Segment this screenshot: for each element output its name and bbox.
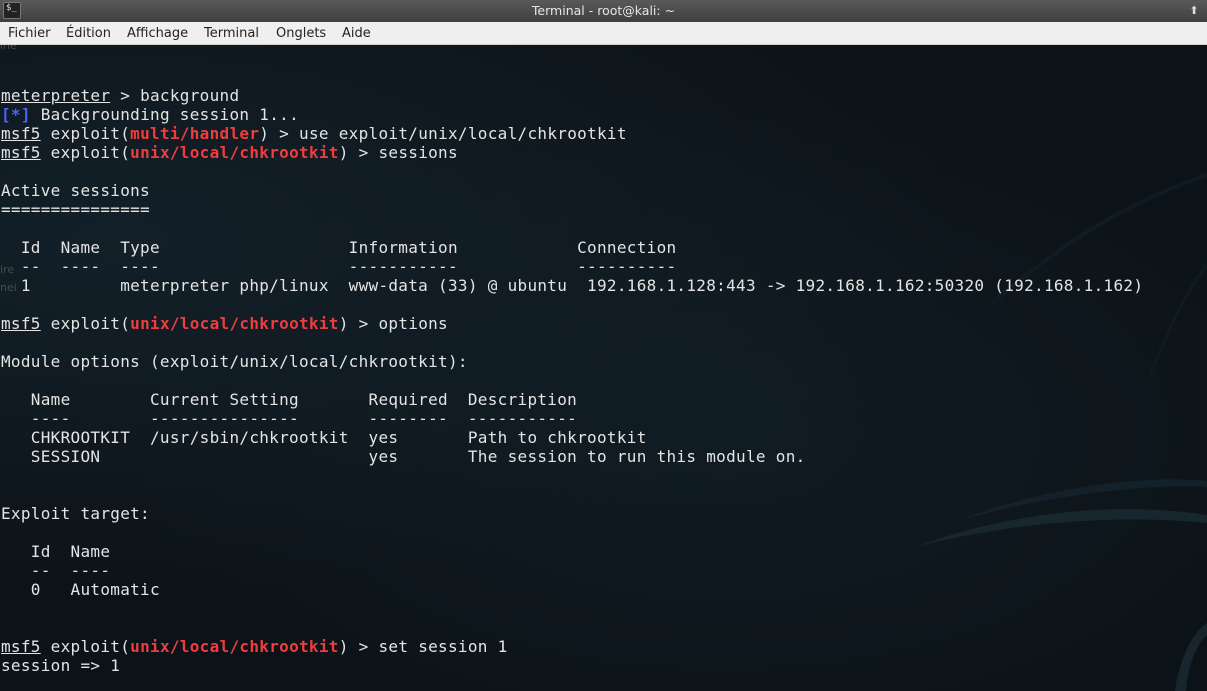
menu-aide[interactable]: Aide [342,26,371,41]
output-text: =============== [1,200,150,219]
terminal-line: msf5 exploit(multi/handler) > use exploi… [1,124,1143,143]
output-text: Backgrounding session 1... [30,105,299,124]
menu-bar: Fichier Édition Affichage Terminal Ongle… [0,22,1207,45]
menu-affichage[interactable]: Affichage [127,26,188,41]
terminal-line: Exploit target: [1,504,1143,523]
terminal-line: 1 meterpreter php/linux www-data (33) @ … [1,276,1143,295]
terminal-line: msf5 exploit(unix/local/chkrootkit) > se… [1,143,1143,162]
command-text: ) > use exploit/unix/local/chkrootkit [259,124,627,143]
menu-terminal[interactable]: Terminal [204,26,259,41]
terminal-line: SESSION yes The session to run this modu… [1,447,1143,466]
terminal-line: CHKROOTKIT /usr/sbin/chkrootkit yes Path… [1,428,1143,447]
terminal-line: Active sessions [1,181,1143,200]
prompt-text: exploit( [40,143,131,162]
terminal-window: $_ Terminal - root@kali: ~ ⬆ Fichier Édi… [0,0,1207,691]
output-text: ---- --------------- -------- ----------… [1,409,578,428]
prompt-text: exploit( [40,637,131,656]
command-text: ) > set session 1 [338,637,508,656]
terminal-line: ---- --------------- -------- ----------… [1,409,1143,428]
title-bar[interactable]: $_ Terminal - root@kali: ~ ⬆ [0,0,1207,22]
output-text: Module options (exploit/unix/local/chkro… [1,352,468,371]
output-text: 0 Automatic [1,580,160,599]
meterpreter-prompt: meterpreter [1,86,111,105]
output-text: Exploit target: [1,504,150,523]
output-text: -- ---- ---- ----------- ---------- [1,257,677,276]
output-text: Active sessions [1,181,150,200]
output-text: Id Name Type Information Connection [1,238,677,257]
output-text: Id Name [1,542,111,561]
terminal-line: Name Current Setting Required Descriptio… [1,390,1143,409]
menu-fichier[interactable]: Fichier [8,26,51,41]
terminal-line: msf5 exploit(unix/local/chkrootkit) > op… [1,314,1143,333]
msf5-prompt: msf5 [1,637,41,656]
terminal-line: Id Name [1,542,1143,561]
output-text: CHKROOTKIT /usr/sbin/chkrootkit yes Path… [1,428,647,447]
prompt-text: exploit( [40,124,131,143]
up-arrow-icon[interactable]: ⬆ [1184,2,1204,19]
terminal-line: meterpreter > background [1,86,1143,105]
output-text: Name Current Setting Required Descriptio… [1,390,578,409]
terminal-lines: meterpreter > background [*] Backgroundin… [1,48,1143,675]
menu-onglets[interactable]: Onglets [276,26,326,41]
menu-edition[interactable]: Édition [66,26,111,41]
module-name: unix/local/chkrootkit [130,637,339,656]
terminal-line: =============== [1,200,1143,219]
prompt-text: exploit( [40,314,131,333]
terminal-line: [*] Backgrounding session 1... [1,105,1143,124]
msf5-prompt: msf5 [1,124,41,143]
terminal-line: Id Name Type Information Connection [1,238,1143,257]
command-text: ) > options [338,314,448,333]
terminal-line: -- ---- [1,561,1143,580]
command-text: > background [110,86,240,105]
output-text: -- ---- [1,561,111,580]
module-name: unix/local/chkrootkit [130,314,339,333]
terminal-line: session => 1 [1,656,1143,675]
module-name: multi/handler [130,124,260,143]
terminal-line: 0 Automatic [1,580,1143,599]
output-text: SESSION yes The session to run this modu… [1,447,806,466]
output-text: session => 1 [1,656,121,675]
msf5-prompt: msf5 [1,314,41,333]
terminal-output-area[interactable]: ine ire nei meterpreter > background [*] … [0,45,1207,691]
window-title: Terminal - root@kali: ~ [531,3,676,18]
info-marker: [*] [1,105,31,124]
terminal-line: msf5 exploit(unix/local/chkrootkit) > se… [1,637,1143,656]
output-text: 1 meterpreter php/linux www-data (33) @ … [1,276,1144,295]
terminal-line: Module options (exploit/unix/local/chkro… [1,352,1143,371]
terminal-line: -- ---- ---- ----------- ---------- [1,257,1143,276]
command-text: ) > sessions [338,143,458,162]
module-name: unix/local/chkrootkit [130,143,339,162]
msf5-prompt: msf5 [1,143,41,162]
